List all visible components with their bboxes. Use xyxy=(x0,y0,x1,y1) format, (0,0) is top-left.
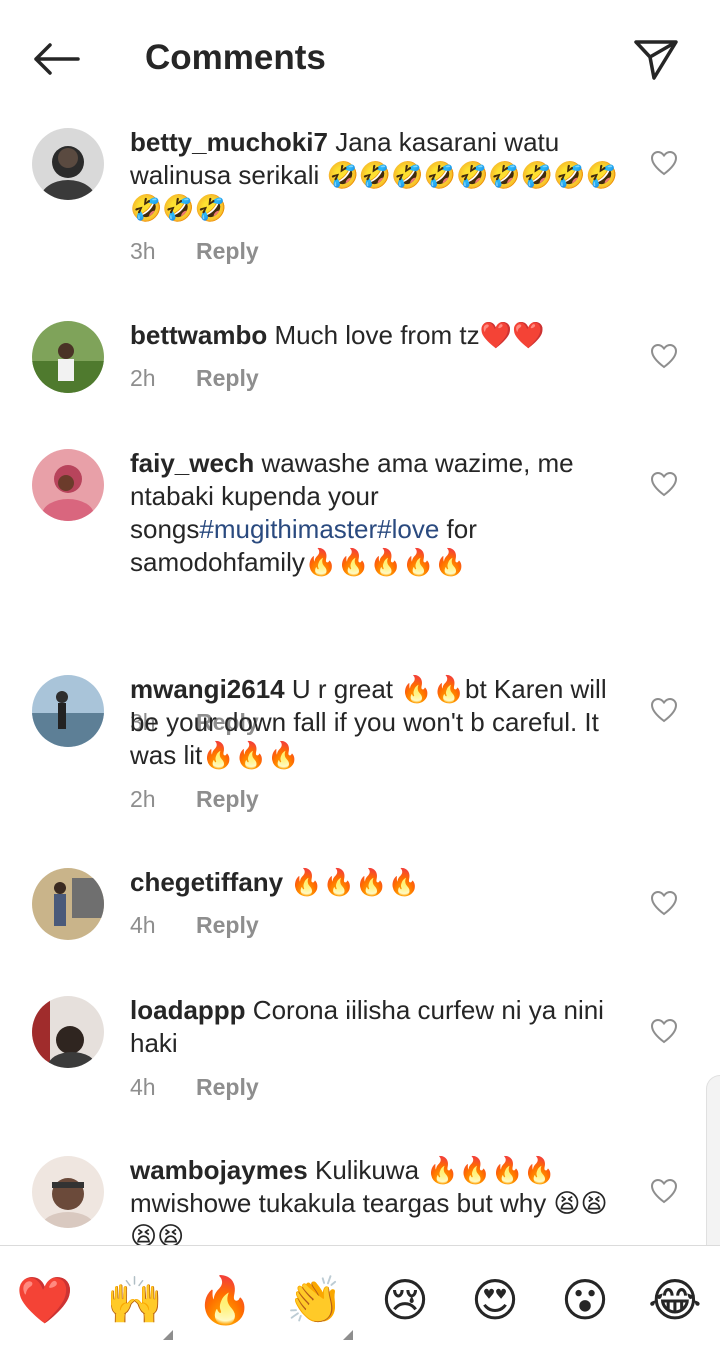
comment-text: betty_muchoki7 Jana kasarani watu walinu… xyxy=(130,126,630,225)
like-button[interactable] xyxy=(650,343,678,369)
comment-item: loadappp Corona iilisha curfew ni ya nin… xyxy=(0,986,720,1146)
skin-tone-indicator-icon xyxy=(163,1330,173,1340)
comment-text: mwangi2614 U r great 🔥🔥bt Karen will be … xyxy=(130,673,630,772)
comments-list[interactable]: betty_muchoki7 Jana kasarani watu walinu… xyxy=(0,118,720,1245)
comment-text: bettwambo Much love from tz❤️❤️ xyxy=(130,319,630,352)
comment-item: mwangi2614 U r great 🔥🔥bt Karen will be … xyxy=(0,665,720,858)
comment-meta: 4h Reply xyxy=(130,1074,259,1101)
comment-username[interactable]: betty_muchoki7 xyxy=(130,127,328,157)
avatar[interactable] xyxy=(32,128,104,200)
avatar[interactable] xyxy=(32,675,104,747)
avatar[interactable] xyxy=(32,449,104,521)
like-button[interactable] xyxy=(650,1178,678,1204)
comment-username[interactable]: wambojaymes xyxy=(130,1155,308,1185)
skin-tone-indicator-icon xyxy=(343,1330,353,1340)
avatar[interactable] xyxy=(32,996,104,1068)
emoji-laughing-button[interactable]: 😂 xyxy=(645,1270,705,1330)
reply-button[interactable]: Reply xyxy=(196,238,259,264)
comment-time: 2h xyxy=(130,365,156,391)
comment-text: faiy_wech wawashe ama wazime, me ntabaki… xyxy=(130,447,630,579)
heart-icon xyxy=(650,1178,678,1204)
comment-body: Much love from tz❤️❤️ xyxy=(274,320,545,350)
emoji-clap-button[interactable]: 👏 xyxy=(285,1270,353,1340)
comment-meta: 3h Reply xyxy=(130,238,259,265)
emoji-heart-eyes-button[interactable]: 😍 xyxy=(465,1270,525,1330)
comment-username[interactable]: bettwambo xyxy=(130,320,267,350)
heart-icon xyxy=(650,1018,678,1044)
comment-username[interactable]: faiy_wech xyxy=(130,448,254,478)
share-button[interactable] xyxy=(628,32,684,88)
heart-icon xyxy=(650,890,678,916)
comment-meta: 2h Reply xyxy=(130,786,259,813)
comment-text: wambojaymes Kulikuwa 🔥🔥🔥🔥 mwishowe tukak… xyxy=(130,1154,630,1245)
like-button[interactable] xyxy=(650,150,678,176)
comment-username[interactable]: chegetiffany xyxy=(130,867,283,897)
paper-plane-icon xyxy=(634,40,678,80)
page-title: Comments xyxy=(145,38,326,77)
comment-text: chegetiffany 🔥🔥🔥🔥 xyxy=(130,866,630,899)
emoji-surprised-button[interactable]: 😮 xyxy=(555,1270,615,1330)
avatar[interactable] xyxy=(32,868,104,940)
reply-button[interactable]: Reply xyxy=(196,786,259,812)
comment-time: 3h xyxy=(130,238,156,264)
emoji-raised-hands: 🙌 xyxy=(106,1274,164,1326)
like-button[interactable] xyxy=(650,890,678,916)
heart-icon xyxy=(650,343,678,369)
comment-item: betty_muchoki7 Jana kasarani watu walinu… xyxy=(0,118,720,308)
reply-button[interactable]: Reply xyxy=(196,1074,259,1100)
emoji-raised-hands-button[interactable]: 🙌 xyxy=(105,1270,173,1340)
hashtag-link[interactable]: #mugithimaster#love xyxy=(199,514,439,544)
emoji-quick-bar: ❤️ 🙌 🔥 👏 😢 😍 😮 😂 xyxy=(0,1245,720,1352)
heart-icon xyxy=(650,471,678,497)
comment-body: 🔥🔥🔥🔥 xyxy=(290,867,420,897)
like-button[interactable] xyxy=(650,697,678,723)
like-button[interactable] xyxy=(650,471,678,497)
avatar[interactable] xyxy=(32,1156,104,1228)
heart-icon xyxy=(650,150,678,176)
comment-text: loadappp Corona iilisha curfew ni ya nin… xyxy=(130,994,630,1060)
comment-item: wambojaymes Kulikuwa 🔥🔥🔥🔥 mwishowe tukak… xyxy=(0,1146,720,1245)
back-button[interactable] xyxy=(28,34,84,84)
comment-item: chegetiffany 🔥🔥🔥🔥 4h Reply xyxy=(0,858,720,986)
arrow-left-icon xyxy=(34,43,80,75)
comment-time: 2h xyxy=(130,786,156,812)
comment-item: faiy_wech wawashe ama wazime, me ntabaki… xyxy=(0,439,720,735)
like-button[interactable] xyxy=(650,1018,678,1044)
comment-meta: 2h Reply xyxy=(130,365,259,392)
top-bar: Comments xyxy=(0,0,720,118)
comment-time: 4h xyxy=(130,1074,156,1100)
reply-button[interactable]: Reply xyxy=(196,912,259,938)
emoji-crying-button[interactable]: 😢 xyxy=(375,1270,435,1330)
comment-username[interactable]: loadappp xyxy=(130,995,246,1025)
emoji-clap: 👏 xyxy=(286,1274,344,1326)
comment-item: bettwambo Much love from tz❤️❤️ 2h Reply xyxy=(0,311,720,436)
emoji-heart-button[interactable]: ❤️ xyxy=(15,1270,75,1330)
comment-username[interactable]: mwangi2614 xyxy=(130,674,285,704)
comment-time: 4h xyxy=(130,912,156,938)
comment-meta: 4h Reply xyxy=(130,912,259,939)
heart-icon xyxy=(650,697,678,723)
avatar[interactable] xyxy=(32,321,104,393)
reply-button[interactable]: Reply xyxy=(196,365,259,391)
emoji-fire-button[interactable]: 🔥 xyxy=(195,1270,255,1330)
